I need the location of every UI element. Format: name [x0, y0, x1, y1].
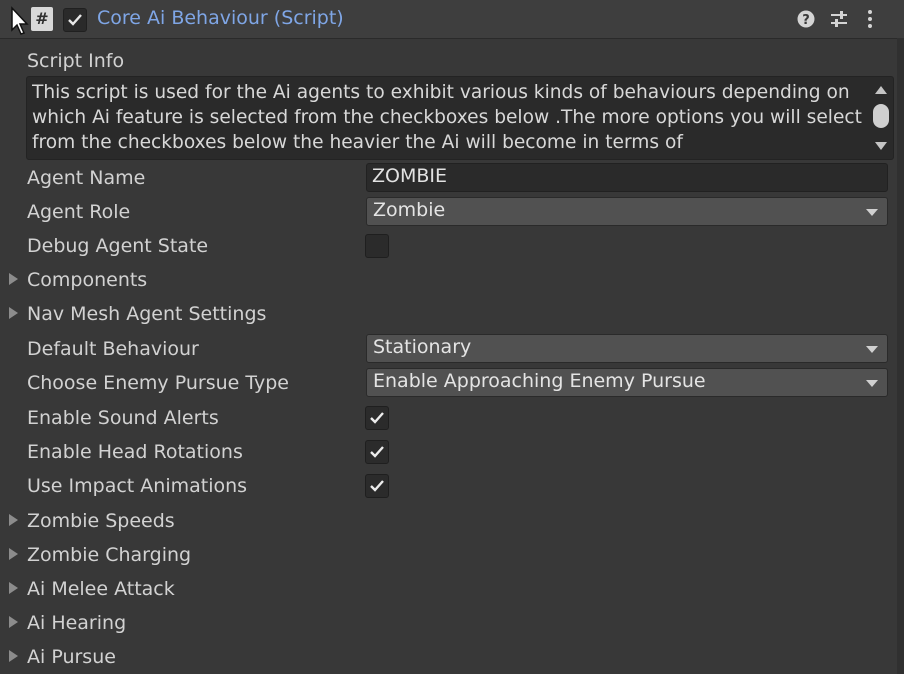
agent-role-dropdown[interactable]: Zombie: [366, 197, 888, 226]
pursue-type-dropdown[interactable]: Enable Approaching Enemy Pursue: [366, 368, 888, 397]
agent-role-value: Zombie: [373, 199, 446, 221]
foldout-arrow-icon[interactable]: [9, 307, 18, 319]
agent-name-field[interactable]: ZOMBIE: [366, 163, 888, 192]
foldout-arrow-icon[interactable]: [9, 616, 18, 628]
default-behaviour-dropdown[interactable]: Stationary: [366, 334, 888, 363]
default-behaviour-label: Default Behaviour: [27, 338, 199, 360]
foldout-arrow-icon[interactable]: [9, 273, 18, 285]
ai-hearing-foldout[interactable]: Ai Hearing: [27, 612, 126, 634]
help-icon[interactable]: ?: [796, 9, 816, 29]
script-info-text: This script is used for the Ai agents to…: [32, 82, 862, 153]
script-icon: #: [31, 7, 53, 31]
scroll-down-arrow-icon[interactable]: [875, 142, 887, 150]
foldout-arrow-icon[interactable]: [9, 582, 18, 594]
foldout-arrow-icon[interactable]: [9, 514, 18, 526]
scroll-up-arrow-icon[interactable]: [875, 86, 887, 94]
head-rotations-label: Enable Head Rotations: [27, 441, 243, 463]
pursue-type-value: Enable Approaching Enemy Pursue: [373, 370, 706, 392]
checkmark-icon: [370, 412, 384, 424]
script-info-scrollbar[interactable]: [869, 77, 893, 159]
impact-animations-checkbox[interactable]: [365, 474, 389, 498]
ai-melee-attack-foldout[interactable]: Ai Melee Attack: [27, 578, 175, 600]
debug-agent-state-checkbox[interactable]: [365, 234, 389, 258]
components-foldout[interactable]: Components: [27, 269, 147, 291]
debug-agent-state-label: Debug Agent State: [27, 235, 209, 257]
checkmark-icon: [370, 446, 384, 458]
scroll-thumb[interactable]: [873, 104, 889, 128]
presets-icon[interactable]: [829, 9, 849, 29]
dropdown-arrow-icon: [866, 380, 878, 387]
script-info-label: Script Info: [27, 50, 125, 72]
checkmark-icon: [370, 480, 384, 492]
zombie-speeds-foldout[interactable]: Zombie Speeds: [27, 510, 175, 532]
ai-pursue-foldout[interactable]: Ai Pursue: [27, 646, 116, 668]
sound-alerts-label: Enable Sound Alerts: [27, 407, 219, 429]
component-title: Core Ai Behaviour (Script): [97, 7, 344, 29]
foldout-arrow-icon[interactable]: [9, 650, 18, 662]
foldout-arrow-icon[interactable]: [9, 548, 18, 560]
inspector-scroll-track[interactable]: [897, 38, 904, 674]
nav-mesh-settings-foldout[interactable]: Nav Mesh Agent Settings: [27, 303, 266, 325]
default-behaviour-value: Stationary: [373, 336, 472, 358]
script-info-textarea[interactable]: This script is used for the Ai agents to…: [26, 76, 894, 160]
agent-name-label: Agent Name: [27, 167, 146, 189]
pursue-type-label: Choose Enemy Pursue Type: [27, 372, 290, 394]
dropdown-arrow-icon: [866, 346, 878, 353]
dropdown-arrow-icon: [866, 209, 878, 216]
component-enabled-checkbox[interactable]: [63, 8, 87, 32]
checkmark-icon: [68, 14, 82, 26]
agent-role-label: Agent Role: [27, 201, 131, 223]
agent-name-value: ZOMBIE: [372, 165, 448, 187]
impact-animations-label: Use Impact Animations: [27, 475, 248, 497]
sound-alerts-checkbox[interactable]: [365, 406, 389, 430]
kebab-menu-icon[interactable]: [864, 9, 876, 29]
zombie-charging-foldout[interactable]: Zombie Charging: [27, 544, 191, 566]
svg-text:?: ?: [802, 13, 810, 28]
mouse-cursor-icon: [11, 6, 29, 35]
component-header[interactable]: # Core Ai Behaviour (Script) ?: [0, 0, 904, 39]
head-rotations-checkbox[interactable]: [365, 440, 389, 464]
